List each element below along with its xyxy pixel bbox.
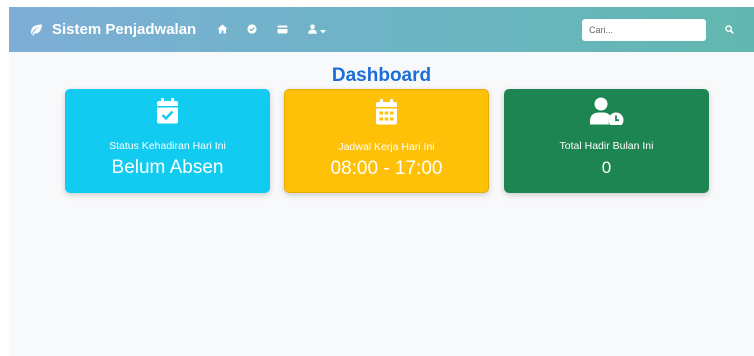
check-circle-icon xyxy=(247,21,257,39)
leaf-icon xyxy=(29,24,43,36)
brand-title: Sistem Penjadwalan xyxy=(52,21,197,38)
nav-user-dropdown[interactable] xyxy=(297,7,337,52)
search-icon xyxy=(724,21,734,39)
id-card-icon xyxy=(277,21,288,39)
home-icon xyxy=(217,21,228,39)
nav-attendance[interactable] xyxy=(237,7,267,52)
monthly-attendance-card: Total Hadir Bulan Ini 0 xyxy=(504,89,709,193)
card-value: 08:00 - 17:00 xyxy=(330,158,443,179)
calendar-check-icon xyxy=(65,98,270,124)
nav-home[interactable] xyxy=(207,7,237,52)
card-value: 0 xyxy=(601,158,612,177)
card-label: Total Hadir Bulan Ini xyxy=(559,140,654,152)
caret-down-icon xyxy=(320,21,326,39)
search-button[interactable] xyxy=(716,19,742,41)
page-title: Dashboard xyxy=(331,65,432,86)
brand-link[interactable]: Sistem Penjadwalan xyxy=(29,7,196,52)
attendance-status-card: Status Kehadiran Hari Ini Belum Absen xyxy=(65,89,270,193)
user-clock-icon xyxy=(504,97,709,125)
nav-schedule[interactable] xyxy=(267,7,297,52)
nav-menu xyxy=(207,7,337,52)
navbar: Sistem Penjadwalan xyxy=(9,7,754,52)
card-value: Belum Absen xyxy=(111,157,224,178)
work-schedule-card: Jadwal Kerja Hari Ini 08:00 - 17:00 xyxy=(284,89,489,193)
app-frame: Sistem Penjadwalan Cari... Dashboard Sta… xyxy=(9,7,754,356)
card-label: Jadwal Kerja Hari Ini xyxy=(338,141,435,153)
search-input[interactable] xyxy=(582,19,706,41)
user-icon xyxy=(308,21,317,39)
calendar-icon xyxy=(285,99,488,125)
card-label: Status Kehadiran Hari Ini xyxy=(109,140,226,152)
